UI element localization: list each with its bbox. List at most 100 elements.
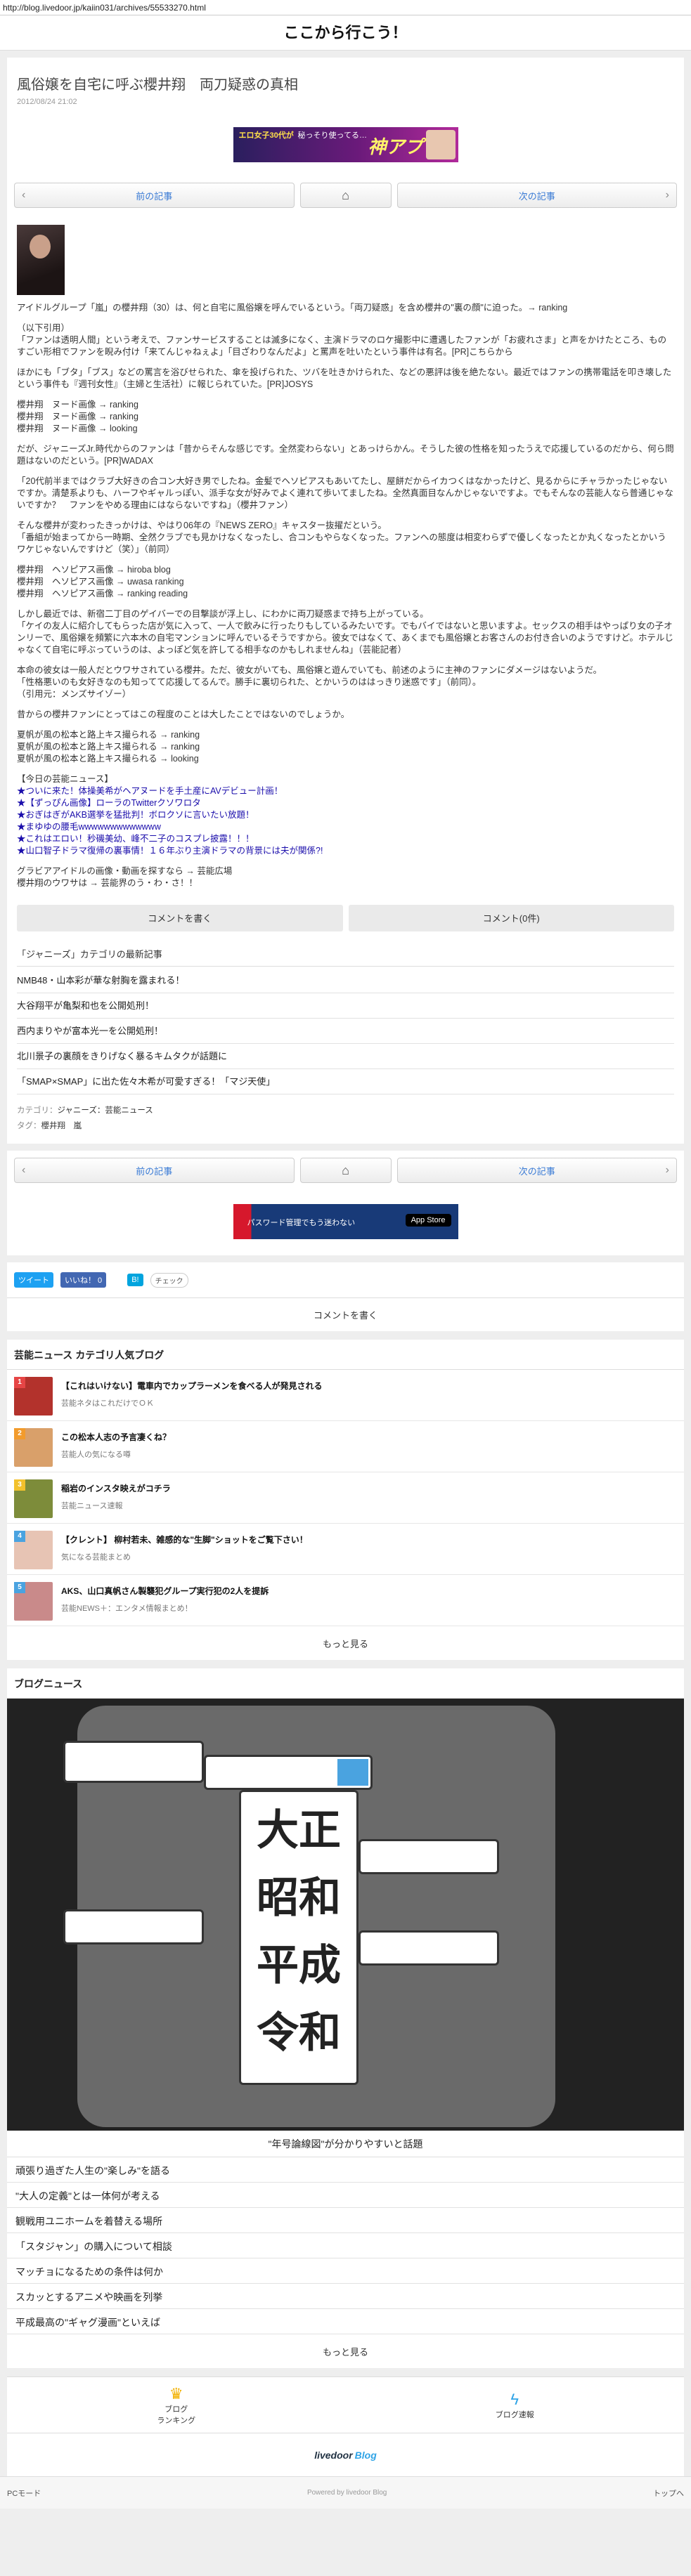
next-article-label: 次の記事 — [518, 190, 555, 202]
pocket-button[interactable]: チェック — [150, 1272, 188, 1288]
tag-label: タグ： — [17, 1122, 41, 1130]
prev-article-label: 前の記事 — [136, 190, 173, 202]
url-bar[interactable]: http://blog.livedoor.jp/kaiin031/archive… — [0, 0, 691, 15]
pc-mode-link[interactable]: PCモード — [7, 2487, 41, 2499]
next-article-button[interactable]: 次の記事 › — [396, 183, 677, 208]
category-item[interactable]: 西内まりやが富本光一を公開処刑！ — [17, 1019, 674, 1044]
news-link[interactable]: ★ついに来た！体操美希がヘアヌードを手土産にAVデビュー計画！ — [17, 786, 283, 796]
blog-news-item[interactable]: 頑張り過ぎた人生の"楽しみ"を語る — [7, 2157, 684, 2183]
popular-item[interactable]: 5 AKS、山口真帆さん製襲犯グループ実行犯の2人を提訴 芸能NEWS＋：エンタ… — [7, 1575, 684, 1626]
hiroba-link[interactable]: 櫻井翔 ヘソピアス画像 → hiroba blog — [17, 564, 674, 576]
blog-breaking-label: ブログ速報 — [495, 2410, 534, 2419]
blog-news-feature-image[interactable]: 大正 昭和 平成 令和 — [7, 1699, 684, 2131]
next-article-label: 次の記事 — [518, 1165, 555, 1177]
text: 昔からの櫻井ファンにとってはこの程度のことは大したことではないのでしょうか。 — [17, 710, 350, 719]
reading-link[interactable]: 櫻井翔 ヘソピアス画像 → ranking reading — [17, 588, 674, 600]
livedoor-blog-logo[interactable]: livedoor Blog — [7, 2433, 684, 2476]
comment-count-button[interactable]: コメント(0件) — [348, 905, 674, 931]
news-link[interactable]: ★まゆゆの腰毛wwwwwwwwwwwww — [17, 822, 161, 832]
news-link[interactable]: ★これはエロい！秒磯美幼、峰不二子のコスプレ披露！！！ — [17, 834, 254, 844]
ranking-link[interactable]: 櫻井翔 ヌード画像 → ranking — [17, 399, 674, 411]
ranking-link[interactable]: 夏帆が風の松本と路上キス撮られる → ranking — [17, 729, 674, 741]
rank-badge: 4 — [14, 1531, 25, 1542]
text: 「20代前半まではクラブ大好きの合コン大好き男でしたね。金髪でヘソピアスもあいて… — [17, 476, 673, 510]
home-button[interactable]: ⌂ — [299, 183, 392, 208]
next-article-button[interactable]: 次の記事 › — [396, 1158, 677, 1183]
news-link[interactable]: ★山口智子ドラマ復帰の裏事情！１６年ぶり主演ドラマの背景には夫が関係?! — [17, 846, 323, 856]
looking-link[interactable]: 夏帆が風の松本と路上キス撮られる → looking — [17, 753, 674, 765]
hatena-bookmark-button[interactable]: B! — [127, 1274, 143, 1286]
tweet-button[interactable]: ツイート — [14, 1272, 53, 1288]
category-item[interactable]: NMB48・山本彩が華な射胸を露まれる！ — [17, 968, 674, 993]
feature-dropdown — [359, 1930, 499, 1966]
blog-news-more-button[interactable]: もっと見る — [7, 2334, 684, 2368]
category-item[interactable]: 大谷翔平が亀梨和也を公開処刑！ — [17, 993, 674, 1019]
chevron-left-icon: ‹ — [22, 189, 26, 201]
era-label: 平成 — [257, 1941, 341, 1990]
uwasa-link[interactable]: 櫻井翔のウワサは → 芸能界のう・わ・さ！！ — [17, 877, 674, 889]
text: 「ファンは透明人間」という考えで、ファンサービスすることは滅多になく、主演ドラマ… — [17, 335, 667, 357]
popular-item[interactable]: 2 この松本人志の予言凄くね？ 芸能人の気になる噂 — [7, 1421, 684, 1472]
top-ad-banner[interactable]: エロ女子30代が 秘っそり使ってる… 神アプリ — [233, 127, 458, 162]
crown-icon: ♛ — [169, 2384, 183, 2402]
popular-more-button[interactable]: もっと見る — [7, 1626, 684, 1660]
category-item[interactable]: 「SMAP×SMAP」に出た佐々木希が可愛すぎる！「マジ天使」 — [17, 1069, 674, 1094]
prev-article-button[interactable]: ‹ 前の記事 — [14, 1158, 295, 1183]
logo-blog: Blog — [354, 2449, 377, 2461]
blog-breaking-link[interactable]: ϟ ブログ速報 — [346, 2377, 685, 2433]
ad-photo — [425, 130, 456, 159]
blog-news-item[interactable]: 平成最高の"ギャグ漫画"といえば — [7, 2309, 684, 2334]
back-to-top-link[interactable]: トップへ — [653, 2487, 684, 2499]
blog-news-item[interactable]: マッチョになるための条件は何か — [7, 2258, 684, 2284]
category-links[interactable]: ジャニーズ：芸能ニュース — [58, 1106, 153, 1115]
blog-news-item[interactable]: スカッとするアニメや映画を列挙 — [7, 2284, 684, 2309]
spacer — [0, 2368, 691, 2376]
paragraph: そんな櫻井が変わったきっかけは、やはり06年の『NEWS ZERO』キャスター抜… — [17, 520, 674, 556]
app-ad-text: パスワード管理でもう迷わない — [247, 1219, 356, 1227]
write-comment-link[interactable]: コメントを書く — [7, 1297, 684, 1331]
chevron-right-icon: › — [665, 189, 669, 201]
text: （以下引用） — [17, 323, 70, 333]
site-title[interactable]: ここから行こう！ — [0, 15, 691, 51]
blog-news-item[interactable]: "大人の定義"とは一体何が考える — [7, 2183, 684, 2208]
feature-era-list: 大正 昭和 平成 令和 — [246, 1797, 351, 2067]
category-label: カテゴリ： — [17, 1106, 58, 1115]
home-button[interactable]: ⌂ — [299, 1158, 392, 1183]
blog-ranking-label-1: ブログ — [164, 2405, 188, 2414]
feature-dropdown — [63, 1909, 204, 1944]
popular-item[interactable]: 3 稲岩のインスタ映えがコチラ 芸能ニュース速報 — [7, 1472, 684, 1524]
pager-top: ‹ 前の記事 ⌂ 次の記事 › — [7, 176, 684, 215]
uwasa-link[interactable]: 櫻井翔 ヘソピアス画像 → uwasa ranking — [17, 576, 674, 588]
text: 「番組が始まってから一時期、全然クラブでも見かけなくなったし、合コンもやらなくな… — [17, 532, 666, 554]
popular-title: 稲岩のインスタ映えがコチラ — [61, 1484, 171, 1493]
era-label: 昭和 — [257, 1874, 341, 1923]
popular-blog-name: 芸能ネタはこれだけでＯＫ — [61, 1399, 154, 1408]
category-item[interactable]: 北川景子の裏顔をきりげなく暴るキムタクが話題に — [17, 1044, 674, 1069]
prev-article-button[interactable]: ‹ 前の記事 — [14, 183, 295, 208]
app-ad-banner[interactable]: パスワード管理でもう迷わない App Store — [233, 1204, 458, 1239]
looking-link[interactable]: 櫻井翔 ヌード画像 → looking — [17, 423, 674, 435]
news-link[interactable]: ★【ずっぴん画像】ローラのTwitterクソワロタ — [17, 798, 201, 808]
article-photo — [17, 225, 65, 295]
popular-thumb: 2 — [14, 1428, 53, 1467]
tag-links[interactable]: 櫻井翔 嵐 — [41, 1122, 82, 1130]
popular-thumb: 3 — [14, 1479, 53, 1518]
blog-news-item[interactable]: 観戦用ユニホームを着替える場所 — [7, 2208, 684, 2233]
news-link[interactable]: ★おぎはぎがAKB選挙を猛批判！ボロクソに言いたい放題！ — [17, 810, 254, 820]
blog-news-item[interactable]: 「スタジャン」の購入について相談 — [7, 2233, 684, 2258]
popular-item[interactable]: 1 【これはいけない】電車内でカップラーメンを食べる人が発見される 芸能ネタはこ… — [7, 1370, 684, 1421]
popular-item[interactable]: 4 【クレント】 柳村若未、雑感的な"生脚"ショットをご覧下さい！ 気になる芸能… — [7, 1524, 684, 1575]
feature-dropdown-arrow — [337, 1759, 368, 1786]
link-group: 櫻井翔 ヌード画像 → ranking 櫻井翔 ヌード画像 → ranking … — [17, 399, 674, 435]
ranking-link[interactable]: 櫻井翔 ヌード画像 → ranking — [17, 411, 674, 423]
prev-article-label: 前の記事 — [136, 1165, 173, 1177]
pager-bottom: ‹ 前の記事 ⌂ 次の記事 › — [7, 1151, 684, 1190]
write-comment-button[interactable]: コメントを書く — [17, 905, 343, 931]
geino-hiroba-link[interactable]: グラビアアイドルの画像・動画を探すなら → 芸能広場 — [17, 865, 674, 877]
blog-ranking-link[interactable]: ♛ ブログ ランキング — [7, 2377, 346, 2433]
facebook-like-button[interactable]: いいね！ 0 — [60, 1272, 107, 1288]
blog-news-feature-caption[interactable]: "年号論線図"が分かりやすいと話題 — [7, 2131, 684, 2157]
ranking-link[interactable]: 夏帆が風の松本と路上キス撮られる → ranking — [17, 741, 674, 753]
article-meta: カテゴリ：ジャニーズ：芸能ニュース タグ：櫻井翔 嵐 — [17, 1094, 674, 1137]
spacer — [0, 51, 691, 58]
